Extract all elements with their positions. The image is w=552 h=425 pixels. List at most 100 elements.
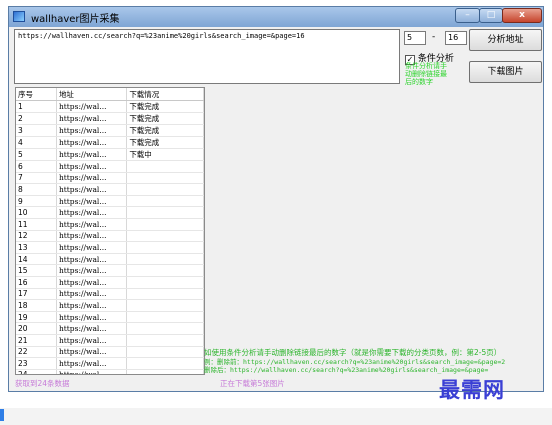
window-title: wallhaver图片采集 — [31, 14, 120, 25]
row-index: 22 — [16, 346, 57, 359]
row-status: 下载完成 — [126, 136, 204, 149]
table-row[interactable]: 20 https://wal... — [16, 322, 204, 335]
row-index: 9 — [16, 195, 57, 208]
table-row[interactable]: 18 https://wal... — [16, 299, 204, 312]
row-url: https://wal... — [56, 288, 128, 301]
row-url: https://wal... — [56, 218, 128, 231]
row-url: https://wal... — [56, 112, 128, 125]
row-index: 10 — [16, 206, 57, 219]
row-url: https://wal... — [56, 172, 128, 185]
row-index: 11 — [16, 218, 57, 231]
usage-note-example-before: 例：删除前：https://wallhaven.cc/search?q=%23a… — [204, 357, 506, 366]
row-index: 14 — [16, 253, 57, 266]
table-row[interactable]: 19 https://wal... — [16, 311, 204, 324]
table-row[interactable]: 3 https://wal... 下载完成 — [16, 124, 204, 137]
row-url: https://wal... — [56, 206, 128, 219]
row-status — [126, 230, 204, 243]
table-row[interactable]: 10 https://wal... — [16, 206, 204, 219]
table-row[interactable]: 5 https://wal... 下载中 — [16, 148, 204, 161]
bottom-bar — [0, 408, 552, 425]
row-index: 6 — [16, 160, 57, 173]
table-row[interactable]: 14 https://wal... — [16, 253, 204, 266]
row-status — [126, 206, 204, 219]
column-header-index[interactable]: 序号 — [16, 88, 57, 101]
table-row[interactable]: 21 https://wal... — [16, 334, 204, 347]
row-status — [126, 322, 204, 335]
table-header: 序号 地址 下载情况 — [16, 88, 204, 101]
row-url: https://wal... — [56, 322, 128, 335]
download-button[interactable]: 下载图片 — [469, 61, 542, 83]
row-status — [126, 218, 204, 231]
row-index: 23 — [16, 357, 57, 370]
title-bar: wallhaver图片采集 – □ x — [9, 7, 543, 27]
row-url: https://wal... — [56, 241, 128, 254]
usage-note: 如使用条件分析请手动删除链接最后的数字（就是你需要下载的分类页数，例：第2-5页… — [204, 348, 544, 375]
row-index: 1 — [16, 100, 57, 113]
result-table[interactable]: 序号 地址 下载情况 1 https://wal... 下载完成 2 https://w… — [15, 87, 205, 375]
row-status — [126, 264, 204, 277]
row-url: https://wal... — [56, 253, 128, 266]
table-row[interactable]: 2 https://wal... 下载完成 — [16, 112, 204, 125]
row-status — [126, 311, 204, 324]
row-url: https://wal... — [56, 148, 128, 161]
start-page-input[interactable]: 5 — [404, 31, 426, 45]
row-index: 4 — [16, 136, 57, 149]
column-header-url[interactable]: 地址 — [56, 88, 128, 101]
row-index: 18 — [16, 299, 57, 312]
row-url: https://wal... — [56, 276, 128, 289]
table-row[interactable]: 13 https://wal... — [16, 241, 204, 254]
table-row[interactable]: 9 https://wal... — [16, 195, 204, 208]
row-index: 8 — [16, 183, 57, 196]
app-window: wallhaver图片采集 – □ x https://wallhaven.cc… — [8, 6, 544, 392]
row-url: https://wal... — [56, 346, 128, 359]
table-row[interactable]: 6 https://wal... — [16, 160, 204, 173]
range-separator: - — [432, 32, 436, 42]
table-row[interactable]: 1 https://wal... 下载完成 — [16, 100, 204, 113]
close-button[interactable]: x — [502, 8, 542, 23]
row-url: https://wal... — [56, 183, 128, 196]
watermark-logo: 最需网 — [439, 377, 505, 402]
table-row[interactable]: 12 https://wal... — [16, 230, 204, 243]
row-index: 2 — [16, 112, 57, 125]
row-status — [126, 195, 204, 208]
row-status — [126, 299, 204, 312]
url-input[interactable]: https://wallhaven.cc/search?q=%23anime%2… — [14, 29, 400, 84]
table-row[interactable]: 23 https://wal... — [16, 357, 204, 370]
table-row[interactable]: 17 https://wal... — [16, 288, 204, 301]
row-index: 21 — [16, 334, 57, 347]
row-index: 12 — [16, 230, 57, 243]
row-status — [126, 160, 204, 173]
table-row[interactable]: 22 https://wal... — [16, 346, 204, 359]
row-status — [126, 346, 204, 359]
row-url: https://wal... — [56, 369, 128, 374]
table-row[interactable]: 8 https://wal... — [16, 183, 204, 196]
table-row[interactable]: 16 https://wal... — [16, 276, 204, 289]
row-index: 7 — [16, 172, 57, 185]
row-index: 19 — [16, 311, 57, 324]
row-status: 下载完成 — [126, 100, 204, 113]
end-page-input[interactable]: 16 — [445, 31, 467, 45]
status-download-progress: 正在下载第5张图片 — [220, 379, 285, 388]
analyze-button[interactable]: 分析地址 — [469, 29, 542, 51]
table-row[interactable]: 7 https://wal... — [16, 172, 204, 185]
row-index: 16 — [16, 276, 57, 289]
table-row[interactable]: 11 https://wal... — [16, 218, 204, 231]
usage-note-line: 如使用条件分析请手动删除链接最后的数字（就是你需要下载的分类页数，例：第2-5页… — [204, 348, 502, 357]
row-status — [126, 253, 204, 266]
table-row[interactable]: 15 https://wal... — [16, 264, 204, 277]
row-index: 15 — [16, 264, 57, 277]
bottom-accent-mark — [0, 409, 4, 421]
table-row[interactable]: 24 https://wal... — [16, 369, 204, 374]
maximize-button[interactable]: □ — [479, 8, 503, 23]
row-index: 20 — [16, 322, 57, 335]
row-url: https://wal... — [56, 299, 128, 312]
table-row[interactable]: 4 https://wal... 下载完成 — [16, 136, 204, 149]
status-data-count: 获取到24条数据 — [15, 379, 70, 388]
row-status — [126, 334, 204, 347]
minimize-button[interactable]: – — [455, 8, 480, 23]
row-status — [126, 172, 204, 185]
row-status: 下载完成 — [126, 124, 204, 137]
row-url: https://wal... — [56, 136, 128, 149]
column-header-status[interactable]: 下载情况 — [126, 88, 204, 101]
row-status — [126, 276, 204, 289]
